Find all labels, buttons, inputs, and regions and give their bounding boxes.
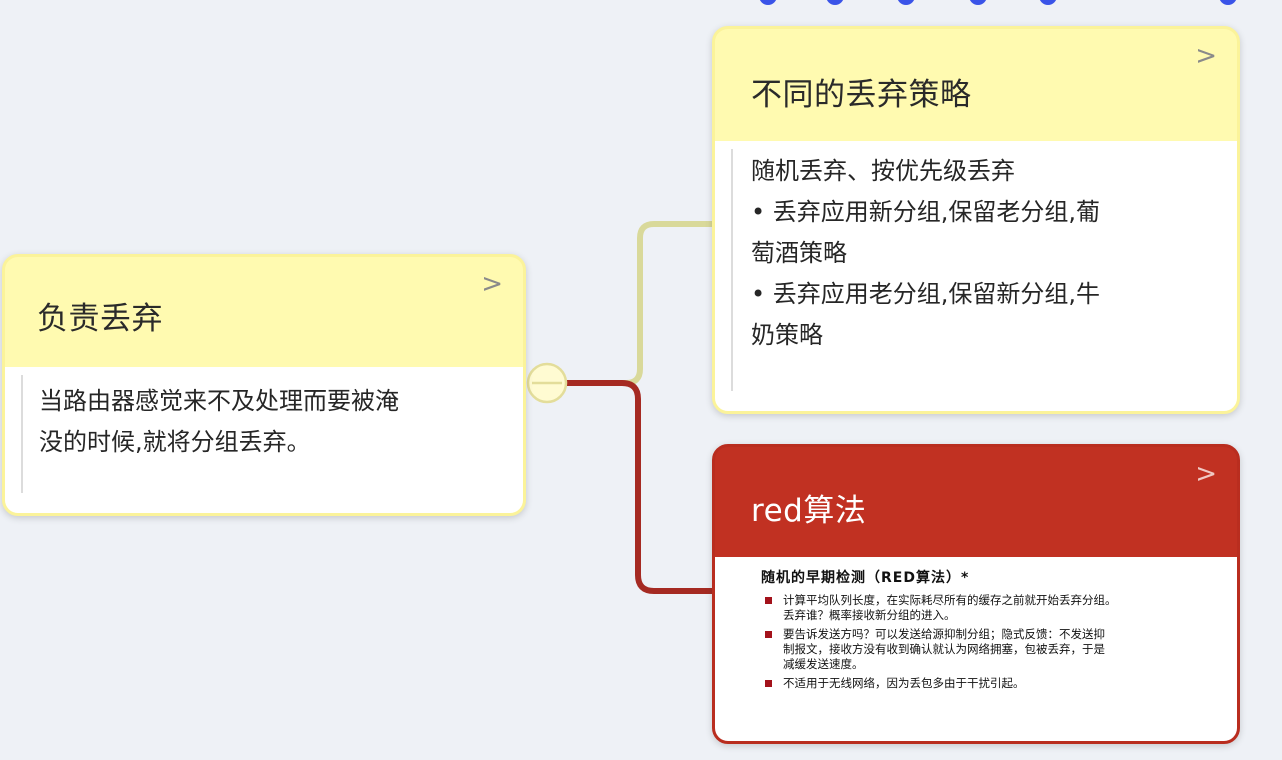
node-title: red算法	[751, 493, 867, 529]
node-body: 随机丢弃、按优先级丢弃 • 丢弃应用新分组,保留老分组,葡 萄酒策略 • 丢弃应…	[715, 141, 1237, 411]
slide-line: 不适用于无线网络，因为丢包多由于干扰引起。	[783, 676, 1025, 690]
slide-bullet: 不适用于无线网络，因为丢包多由于干扰引起。	[761, 676, 1217, 691]
slide-line: 减缓发送速度。	[783, 657, 864, 671]
node-header: red算法 >	[715, 447, 1237, 557]
slide-line: 丢弃谁？概率接收新分组的进入。	[783, 608, 956, 622]
note-line: 没的时候,就将分组丢弃。	[39, 428, 311, 456]
node-header: 负责丢弃 >	[5, 257, 523, 367]
slide-bullet: 计算平均队列长度，在实际耗尽所有的缓存之前就开始丢弃分组。 丢弃谁？概率接收新分…	[761, 593, 1217, 623]
node-red-algorithm[interactable]: red算法 > 随机的早期检测（RED算法）* 计算平均队列长度，在实际耗尽所有…	[712, 444, 1240, 744]
node-responsible-drop[interactable]: 负责丢弃 > 当路由器感觉来不及处理而要被淹 没的时候,就将分组丢弃。	[2, 254, 526, 516]
note-line: 萄酒策略	[751, 239, 847, 267]
node-body: 随机的早期检测（RED算法）* 计算平均队列长度，在实际耗尽所有的缓存之前就开始…	[715, 557, 1237, 741]
note-line: • 丢弃应用老分组,保留新分组,牛	[751, 280, 1101, 308]
slide-line: 制报文，接收方没有收到确认就认为网络拥塞，包被丢弃，于是	[783, 642, 1105, 656]
note-line: 随机丢弃、按优先级丢弃	[751, 157, 1015, 185]
square-bullet-icon	[765, 680, 772, 687]
slide-line: 要告诉发送方吗？可以发送给源抑制分组；隐式反馈：不发送抑	[783, 627, 1105, 641]
node-title: 负责丢弃	[37, 301, 163, 337]
node-header: 不同的丢弃策略 >	[715, 29, 1237, 141]
node-body: 当路由器感觉来不及处理而要被淹 没的时候,就将分组丢弃。	[5, 367, 523, 513]
node-note: 当路由器感觉来不及处理而要被淹 没的时候,就将分组丢弃。	[39, 381, 493, 463]
node-note: 随机丢弃、按优先级丢弃 • 丢弃应用新分组,保留老分组,葡 萄酒策略 • 丢弃应…	[751, 151, 1207, 356]
red-branch-line	[563, 380, 717, 594]
chevron-right-icon[interactable]: >	[1195, 459, 1217, 489]
body-divider	[21, 375, 23, 493]
square-bullet-icon	[765, 597, 772, 604]
note-line: • 丢弃应用新分组,保留老分组,葡	[751, 198, 1101, 226]
slide-line: 计算平均队列长度，在实际耗尽所有的缓存之前就开始丢弃分组。	[783, 593, 1117, 607]
body-divider	[731, 149, 733, 391]
node-drop-strategies[interactable]: 不同的丢弃策略 > 随机丢弃、按优先级丢弃 • 丢弃应用新分组,保留老分组,葡 …	[712, 26, 1240, 414]
chevron-right-icon[interactable]: >	[1195, 41, 1217, 71]
chevron-right-icon[interactable]: >	[481, 269, 503, 299]
yellow-branch-line	[563, 221, 717, 386]
node-title: 不同的丢弃策略	[751, 77, 972, 113]
square-bullet-icon	[765, 631, 772, 638]
slide-bullet: 要告诉发送方吗？可以发送给源抑制分组；隐式反馈：不发送抑 制报文，接收方没有收到…	[761, 627, 1217, 672]
note-line: 当路由器感觉来不及处理而要被淹	[39, 387, 399, 415]
slide-bullet-list: 计算平均队列长度，在实际耗尽所有的缓存之前就开始丢弃分组。 丢弃谁？概率接收新分…	[761, 593, 1217, 691]
embedded-slide-image: 随机的早期检测（RED算法）* 计算平均队列长度，在实际耗尽所有的缓存之前就开始…	[761, 567, 1217, 695]
slide-title: 随机的早期检测（RED算法）*	[761, 570, 970, 586]
note-line: 奶策略	[751, 321, 823, 349]
